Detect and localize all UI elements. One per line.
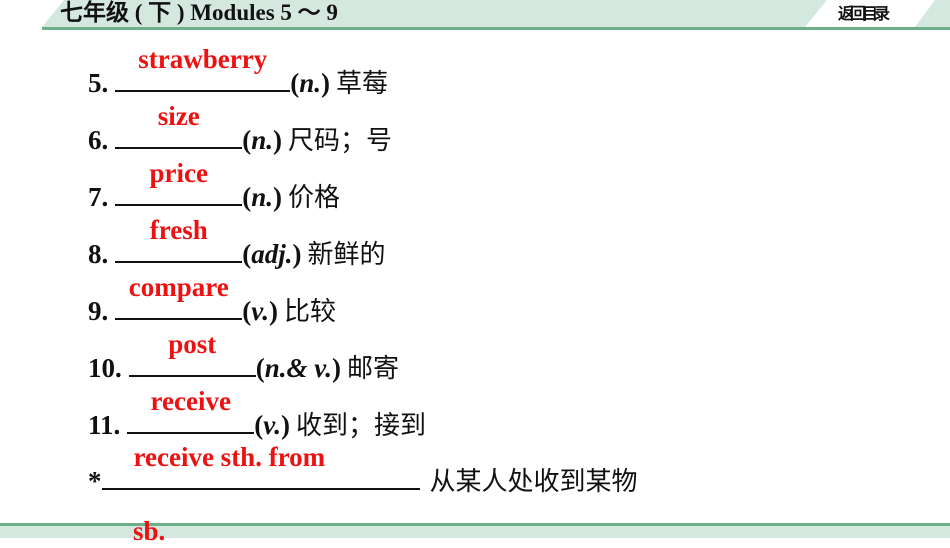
answer-blank: strawberry [115, 44, 291, 92]
chinese-meaning: 从某人处收到某物 [429, 467, 638, 497]
back-to-contents-button[interactable]: 返回目录 [838, 3, 890, 25]
answer-blank: post [128, 329, 256, 377]
chinese-meaning: 新鲜的 [307, 240, 386, 270]
answer-text: size [157, 101, 200, 131]
item-number: 5. [88, 68, 109, 98]
answer-text: price [149, 158, 208, 188]
answer-blank: size [115, 101, 243, 149]
vocab-item: 10. post (n.& v.) 邮寄 [88, 329, 400, 384]
chinese-meaning: 价格 [288, 183, 341, 213]
answer-text: strawberry [138, 44, 268, 74]
header-divider [42, 27, 950, 30]
vocab-item: 8. fresh (adj.) 新鲜的 [88, 215, 386, 270]
vocab-item: 9. compare (v.) 比较 [88, 272, 336, 327]
answer-text: fresh [149, 215, 208, 245]
phrase-marker: * [88, 466, 102, 496]
answer-text: receive sth. from [133, 442, 326, 472]
part-of-speech: n. [299, 68, 322, 98]
chinese-meaning: 草莓 [336, 69, 389, 99]
part-of-speech: v. [263, 410, 281, 440]
answer-text: receive [150, 386, 231, 416]
answer-text-continued: sb. [133, 516, 166, 546]
item-number: 7. [88, 182, 109, 212]
item-number: 9. [88, 296, 109, 326]
chinese-meaning: 尺码；号 [288, 126, 393, 156]
part-of-speech: adj. [251, 239, 293, 269]
vocab-item: 5. strawberry (n.) 草莓 [88, 44, 389, 99]
item-number: 10. [88, 353, 122, 383]
part-of-speech: n. [251, 125, 274, 155]
part-of-speech: n. [251, 182, 274, 212]
item-number: 6. [88, 125, 109, 155]
chinese-meaning: 比较 [283, 297, 336, 327]
vocab-item: 6. size (n.) 尺码；号 [88, 101, 393, 156]
item-number: 8. [88, 239, 109, 269]
chinese-meaning: 收到；接到 [296, 411, 427, 441]
vocab-item: 7. price (n.) 价格 [88, 158, 341, 213]
part-of-speech: n.& v. [264, 353, 332, 383]
answer-text: compare [128, 272, 229, 302]
answer-blank: receive [127, 386, 255, 434]
item-number: 11. [88, 410, 121, 440]
answer-blank: compare [115, 272, 243, 320]
phrase-item: * receive sth. from 从某人处收到某物 [88, 442, 638, 499]
part-of-speech: v. [251, 296, 269, 326]
answer-blank: price [115, 158, 243, 206]
chinese-meaning: 邮寄 [347, 354, 400, 384]
page-title: 七年级 ( 下 ) Modules 5 ～ 9 [60, 0, 338, 25]
answer-blank: receive sth. from [101, 442, 420, 490]
vocab-item: 11. receive (v.) 收到；接到 [88, 386, 427, 441]
answer-blank: fresh [115, 215, 243, 263]
answer-text: post [168, 329, 217, 359]
